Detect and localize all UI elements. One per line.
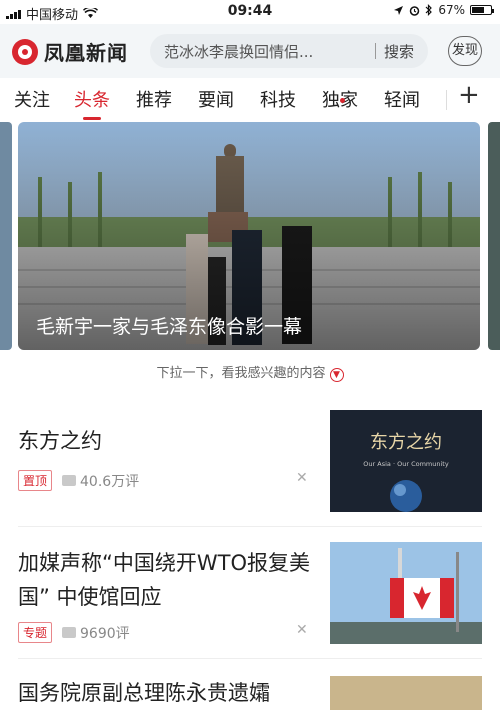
feed-item-title[interactable]: 加媒声称“中国绕开WTO报复美国” 中使馆回应 xyxy=(18,546,318,614)
bluetooth-icon xyxy=(425,4,433,16)
search-bar[interactable]: 范冰冰李晨换回情侣... 搜索 xyxy=(150,34,428,68)
tab-recommend[interactable]: 推荐 xyxy=(136,86,172,112)
phoenix-logo-icon xyxy=(12,38,38,65)
tab-important[interactable]: 要闻 xyxy=(198,86,234,112)
feed-item[interactable]: 东方之约 置顶 40.6万评 ✕ 东方之约 Our Asia · Our Com… xyxy=(0,400,500,528)
feed-thumbnail[interactable] xyxy=(330,542,482,644)
comment-count: 9690评 xyxy=(80,625,130,642)
tab-exclusive[interactable]: 独家 xyxy=(322,86,358,112)
tab-light-news[interactable]: 轻闻 xyxy=(384,86,420,112)
comment-icon xyxy=(62,627,77,638)
feed-thumbnail[interactable]: 东方之约 Our Asia · Our Community xyxy=(330,410,482,512)
feed-thumbnail[interactable] xyxy=(330,676,482,710)
search-button[interactable]: 搜索 xyxy=(384,41,414,62)
hero-caption[interactable]: 毛新宇一家与毛泽东像合影一幕 xyxy=(36,312,302,339)
carousel-next-peek[interactable] xyxy=(488,122,500,350)
discover-button[interactable]: 发现 xyxy=(448,36,482,66)
add-channel-icon[interactable]: + xyxy=(458,80,480,110)
search-divider xyxy=(374,43,376,59)
pull-down-hint[interactable]: 下拉一下，看我感兴趣的内容 ▼ xyxy=(0,362,500,382)
comment-count: 40.6万评 xyxy=(80,473,140,490)
app-logo[interactable]: 凤凰新闻 xyxy=(12,37,128,66)
feed-item-title[interactable]: 东方之约 xyxy=(18,424,318,458)
tab-headlines[interactable]: 头条 xyxy=(74,86,110,120)
svg-text:东方之约: 东方之约 xyxy=(370,432,442,453)
dismiss-icon[interactable]: ✕ xyxy=(296,470,308,486)
item-divider xyxy=(18,658,482,659)
comment-icon xyxy=(62,475,77,486)
battery-percent: 67% xyxy=(438,3,465,17)
item-divider xyxy=(18,526,482,527)
location-icon xyxy=(394,5,404,15)
thumbnail-image: 东方之约 Our Asia · Our Community xyxy=(330,410,482,512)
battery-icon xyxy=(470,5,494,15)
pinned-badge: 置顶 xyxy=(18,470,53,491)
chevron-down-icon: ▼ xyxy=(329,368,344,382)
tab-follow[interactable]: 关注 xyxy=(14,86,50,112)
status-bar: 中国移动 09:44 67% xyxy=(0,0,500,24)
pull-hint-text: 下拉一下，看我感兴趣的内容 xyxy=(156,366,326,381)
thumbnail-image xyxy=(330,542,482,644)
feed-item-title[interactable]: 国务院原副总理陈永贵遗孀 xyxy=(18,676,318,710)
carousel-prev-peek[interactable] xyxy=(0,122,12,350)
topic-badge: 专题 xyxy=(18,622,53,643)
app-header: 凤凰新闻 范冰冰李晨换回情侣... 搜索 发现 xyxy=(0,24,500,78)
channel-tabs: 关注 头条 推荐 要闻 科技 独家 轻闻 + xyxy=(0,78,500,122)
dismiss-icon[interactable]: ✕ xyxy=(296,622,308,638)
feed-item[interactable]: 加媒声称“中国绕开WTO报复美国” 中使馆回应 专题 9690评 ✕ xyxy=(0,530,500,660)
brand-name: 凤凰新闻 xyxy=(44,41,128,65)
alarm-icon xyxy=(410,5,420,16)
tabs-divider xyxy=(446,90,447,110)
search-input[interactable]: 范冰冰李晨换回情侣... xyxy=(164,41,367,62)
svg-text:Our Asia · Our Community: Our Asia · Our Community xyxy=(363,460,449,468)
feed-item[interactable]: 国务院原副总理陈永贵遗孀 xyxy=(0,662,500,710)
new-dot xyxy=(340,98,345,103)
tab-tech[interactable]: 科技 xyxy=(260,86,296,112)
